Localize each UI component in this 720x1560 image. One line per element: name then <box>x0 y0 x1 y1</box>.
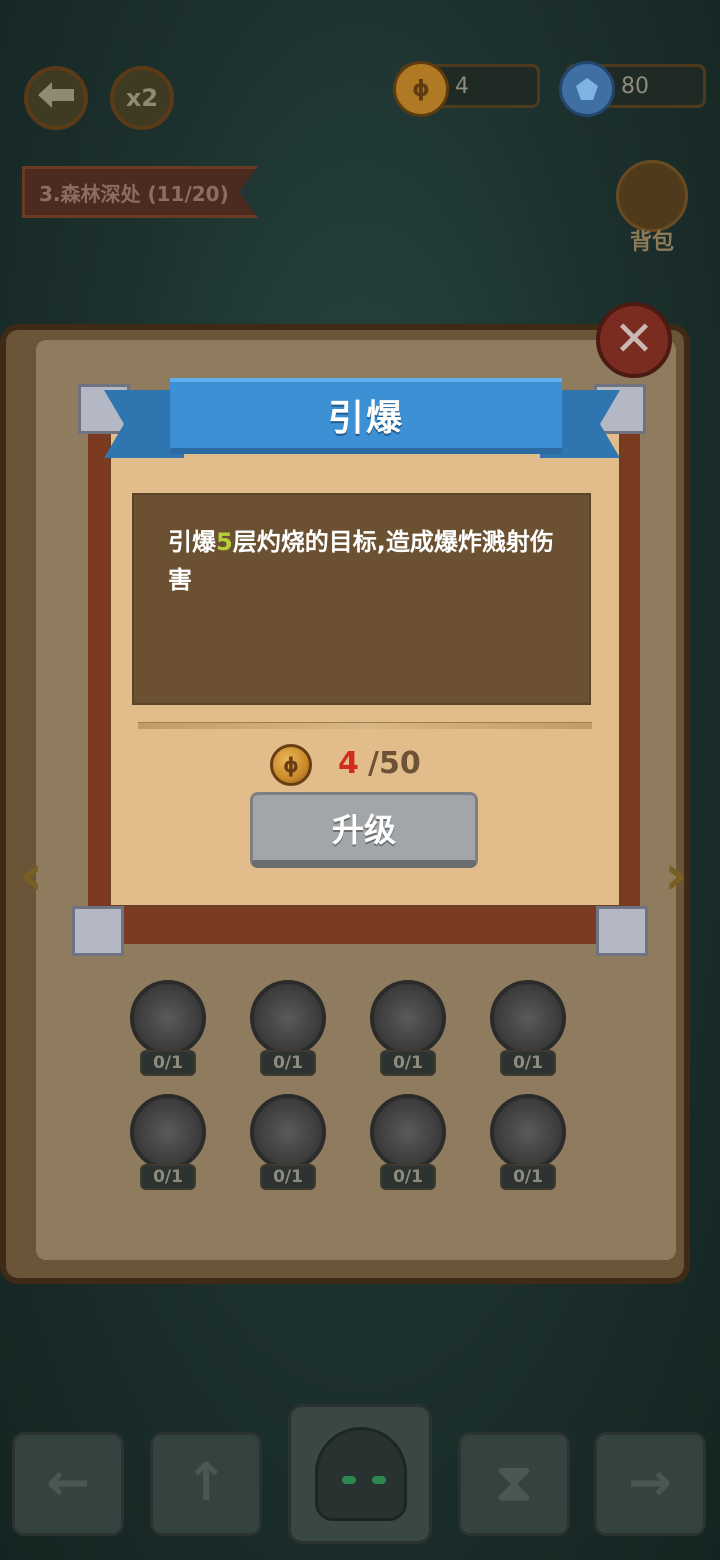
coin-icon: ϕ <box>393 61 449 117</box>
bag-label: 背包 <box>629 230 674 255</box>
skill-node[interactable]: 0/1 <box>248 980 328 1076</box>
snowflake-icon <box>250 1094 326 1170</box>
cross-icon <box>250 980 326 1056</box>
description-highlight: 5 <box>216 528 233 556</box>
up-arrow-icon: ↑ <box>184 1453 228 1513</box>
cost-max: /50 <box>368 746 421 781</box>
modal-title-text: 引爆 <box>327 398 404 439</box>
skill-description: 引爆5层灼烧的目标,造成爆炸溅射伤害 <box>132 493 591 705</box>
skill-count: 0/1 <box>500 1050 556 1076</box>
nav-left-button[interactable]: ← <box>12 1432 124 1536</box>
description-prefix: 引爆 <box>168 528 216 556</box>
close-icon: ✕ <box>613 311 655 367</box>
skill-count: 0/1 <box>260 1050 316 1076</box>
skill-node[interactable]: 0/1 <box>128 1094 208 1190</box>
skill-count: 0/1 <box>140 1164 196 1190</box>
helmet-icon <box>315 1427 407 1521</box>
hourglass-icon: ⧗ <box>495 1453 533 1513</box>
speed-label: x2 <box>125 84 159 112</box>
skill-count: 0/1 <box>380 1164 436 1190</box>
skill-node[interactable]: 0/1 <box>368 980 448 1076</box>
coin-icon: ϕ <box>270 744 312 786</box>
skill-count: 0/1 <box>260 1164 316 1190</box>
helmet-eye <box>342 1476 356 1484</box>
coin-counter: ϕ 4 <box>393 61 540 117</box>
corner-ornament <box>596 906 648 956</box>
skill-count: 0/1 <box>380 1050 436 1076</box>
gem-icon <box>559 61 615 117</box>
coin-count: 4 <box>455 73 469 99</box>
skill-node[interactable]: 0/1 <box>248 1094 328 1190</box>
skill-node[interactable]: 0/1 <box>368 1094 448 1190</box>
bag-icon <box>616 160 688 232</box>
pyramid-icon <box>370 1094 446 1170</box>
left-arrow-icon: ← <box>46 1453 90 1513</box>
skill-node[interactable]: 0/1 <box>488 1094 568 1190</box>
helmet-eye <box>372 1476 386 1484</box>
silhouette-icon <box>490 1094 566 1170</box>
skill-count: 0/1 <box>500 1164 556 1190</box>
hero-button[interactable] <box>288 1404 432 1544</box>
back-button[interactable] <box>24 66 88 130</box>
cost-current: 4 <box>338 746 359 781</box>
stage-label: 3.森林深处 (11/20) <box>39 181 229 206</box>
speed-button[interactable]: x2 <box>110 66 174 130</box>
gem-counter: 80 <box>559 61 706 117</box>
corner-ornament <box>72 906 124 956</box>
close-button[interactable]: ✕ <box>596 302 672 378</box>
divider <box>138 722 592 729</box>
upgrade-label: 升级 <box>331 810 396 849</box>
right-arrow-icon: → <box>628 1453 672 1513</box>
upgrade-button[interactable]: 升级 <box>250 792 478 868</box>
nav-up-button[interactable]: ↑ <box>150 1432 262 1536</box>
next-page-arrow-icon[interactable]: › <box>664 846 704 906</box>
fire-orb-icon <box>130 980 206 1056</box>
gem-count: 80 <box>621 73 649 99</box>
swirl-icon <box>130 1094 206 1170</box>
modal-title: 引爆 <box>170 378 562 454</box>
skill-node[interactable]: 0/1 <box>128 980 208 1076</box>
stage-banner: 3.森林深处 (11/20) <box>22 166 258 218</box>
nav-right-button[interactable]: → <box>594 1432 706 1536</box>
back-arrow-icon <box>36 80 76 116</box>
prev-page-arrow-icon[interactable]: ‹ <box>20 846 60 906</box>
nav-hourglass-button[interactable]: ⧗ <box>458 1432 570 1536</box>
skill-count: 0/1 <box>140 1050 196 1076</box>
crystal-icon <box>490 980 566 1056</box>
skill-node[interactable]: 0/1 <box>488 980 568 1076</box>
bag-button[interactable]: 背包 <box>612 160 692 255</box>
triangle-rune-icon <box>370 980 446 1056</box>
